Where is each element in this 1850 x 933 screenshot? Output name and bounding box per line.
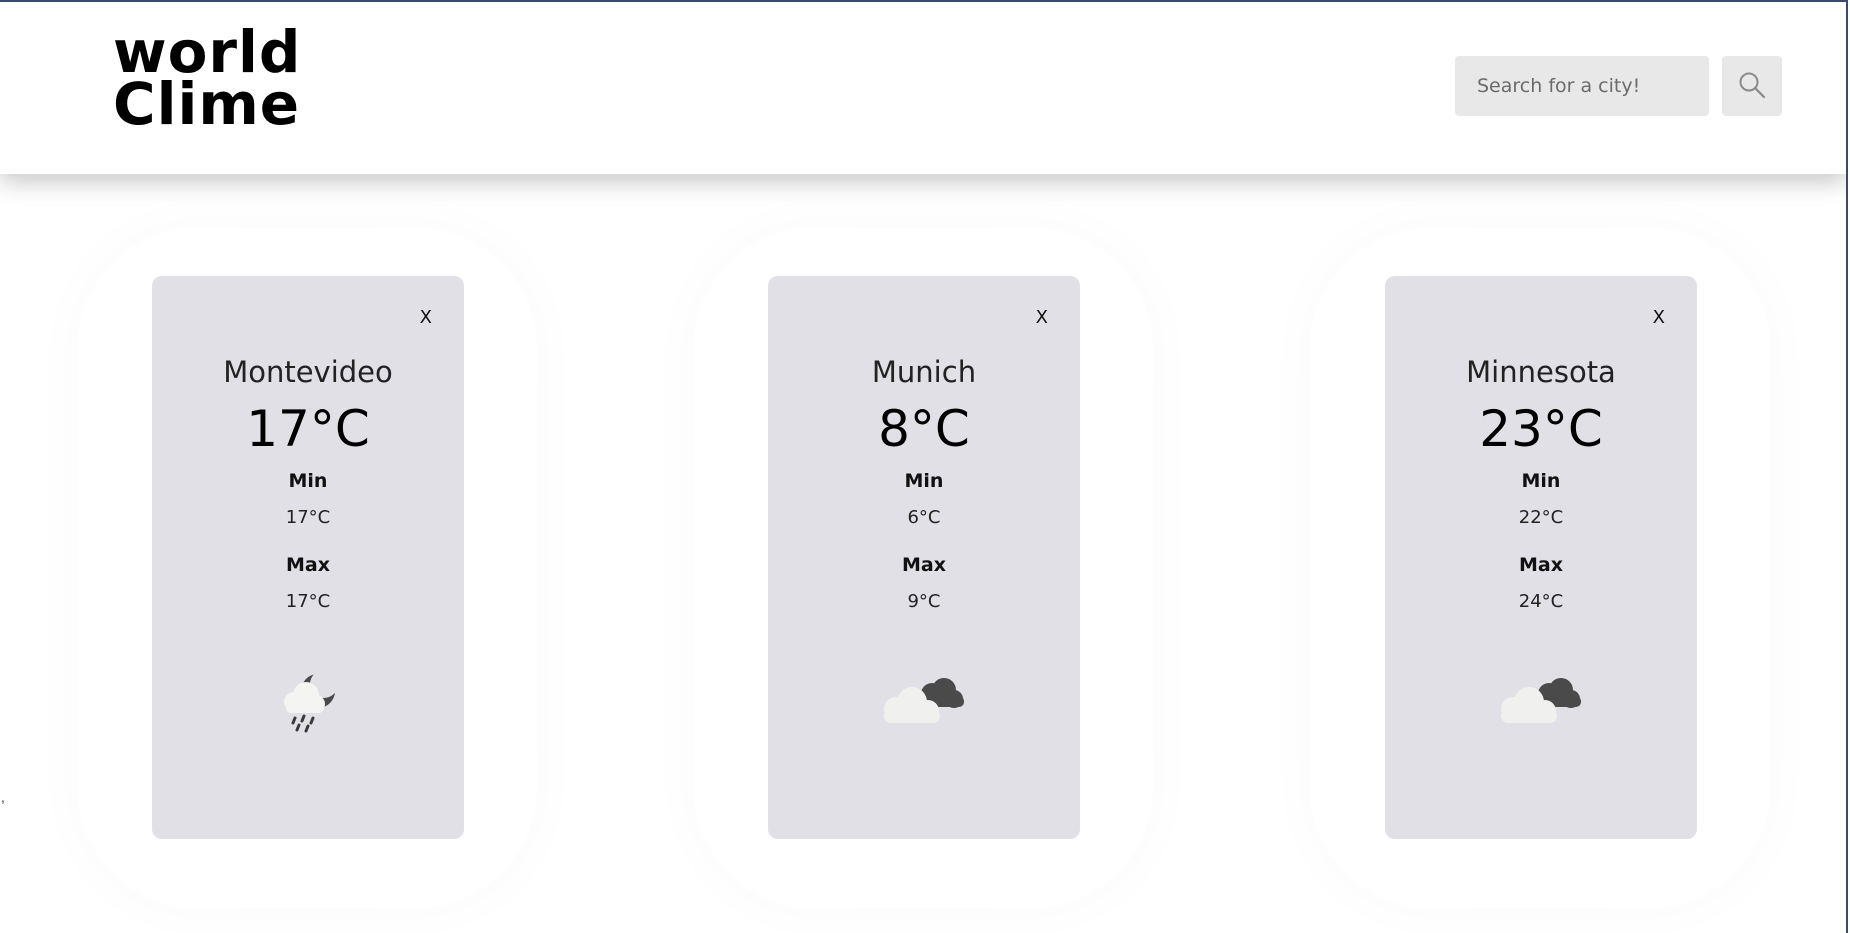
- app-window: world Clime X Montevideo 17°C Min 17°C M…: [0, 0, 1848, 933]
- cloudy-icon: [874, 664, 974, 748]
- rain-night-icon: [268, 664, 348, 748]
- stray-text: ,: [1, 789, 5, 805]
- min-temperature: 17°C: [285, 507, 331, 528]
- max-temperature: 9°C: [907, 591, 941, 612]
- logo: world Clime: [113, 23, 301, 138]
- current-temperature: 8°C: [878, 400, 970, 458]
- search-icon: [1737, 70, 1767, 103]
- close-card-button[interactable]: X: [1653, 309, 1665, 327]
- max-label: Max: [286, 554, 330, 576]
- max-label: Max: [902, 554, 946, 576]
- logo-line-2: Clime: [113, 70, 301, 138]
- weather-card-montevideo: X Montevideo 17°C Min 17°C Max 17°C: [152, 276, 464, 839]
- search-input[interactable]: [1455, 56, 1709, 116]
- min-label: Min: [904, 470, 944, 492]
- city-name: Minnesota: [1466, 355, 1616, 389]
- min-label: Min: [1521, 470, 1561, 492]
- weather-card-minnesota: X Minnesota 23°C Min 22°C Max 24°C: [1385, 276, 1697, 839]
- current-temperature: 17°C: [246, 400, 370, 458]
- city-name: Montevideo: [223, 355, 393, 389]
- weather-card-munich: X Munich 8°C Min 6°C Max 9°C: [768, 276, 1080, 839]
- min-label: Min: [288, 470, 328, 492]
- search-button[interactable]: [1722, 56, 1782, 116]
- city-name: Munich: [871, 355, 977, 389]
- top-header: world Clime: [0, 2, 1846, 174]
- cloudy-icon: [1491, 664, 1591, 748]
- close-card-button[interactable]: X: [1036, 309, 1048, 327]
- max-temperature: 17°C: [285, 591, 331, 612]
- min-temperature: 6°C: [907, 507, 941, 528]
- max-label: Max: [1519, 554, 1563, 576]
- current-temperature: 23°C: [1479, 400, 1603, 458]
- max-temperature: 24°C: [1518, 591, 1564, 612]
- min-temperature: 22°C: [1518, 507, 1564, 528]
- close-card-button[interactable]: X: [420, 309, 432, 327]
